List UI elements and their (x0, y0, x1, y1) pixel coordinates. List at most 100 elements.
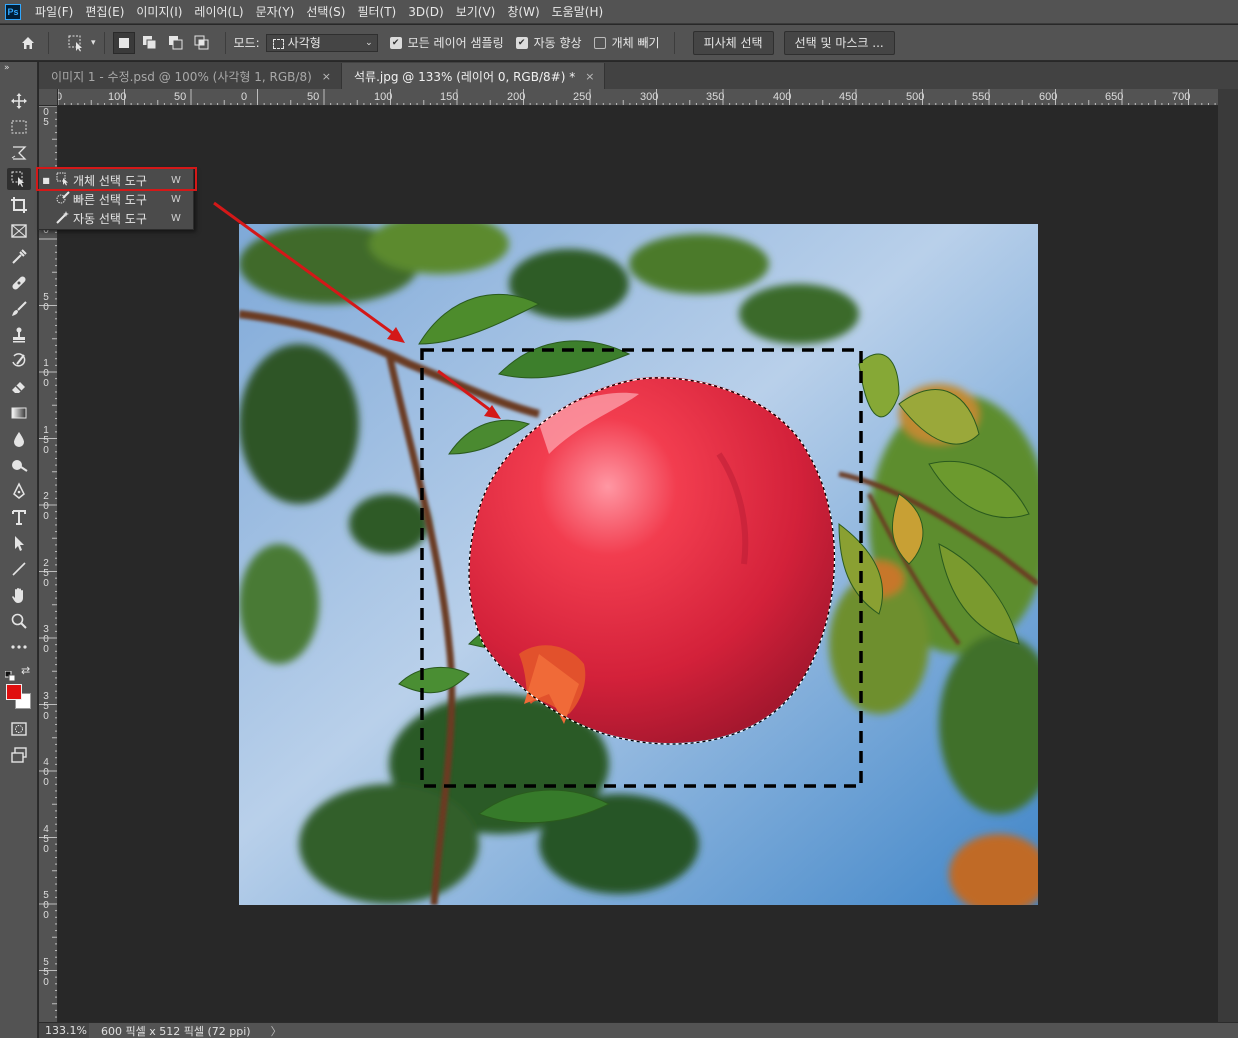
ruler-tick-label: 50 (43, 292, 49, 313)
ruler-tick-label: 100 (108, 91, 127, 103)
ruler-tick-label: 350 (43, 691, 49, 722)
menu-select[interactable]: 선택(S) (300, 0, 351, 24)
frame-tool-icon[interactable] (7, 220, 31, 242)
default-colors-icon[interactable] (4, 666, 16, 682)
ruler-tick-label: 300 (640, 91, 659, 103)
home-icon[interactable] (16, 31, 40, 55)
separator (673, 31, 675, 54)
lasso-tool-icon[interactable] (7, 142, 31, 164)
intersect-selection-button[interactable] (191, 32, 213, 54)
tool-preset-picker[interactable]: ▾ (67, 34, 96, 52)
ruler-tick-label: 500 (43, 890, 49, 921)
ruler-tick-label: 450 (839, 91, 858, 103)
pen-tool-icon[interactable] (7, 480, 31, 502)
type-tool-icon[interactable] (7, 506, 31, 528)
separator (103, 31, 105, 54)
menu-3d[interactable]: 3D(D) (402, 0, 449, 24)
history-brush-tool-icon[interactable] (7, 350, 31, 372)
ruler-tick-label: 100 (374, 91, 393, 103)
ruler-tick-label: 300 (43, 624, 49, 655)
ruler-tick-label: 200 (507, 91, 526, 103)
sample-all-layers-checkbox[interactable]: ✔ (389, 36, 402, 49)
menu-view[interactable]: 보기(V) (450, 0, 502, 24)
ruler-tick-label: 450 (43, 824, 49, 855)
options-bar: ▾ 모드: 사각형 ⌄ ✔ 모든 레이어 샘플링 ✔ 자동 향상 개체 빼기 피… (0, 25, 1238, 61)
sample-all-layers-label: 모든 레이어 샘플링 (407, 36, 504, 50)
blur-tool-icon[interactable] (7, 428, 31, 450)
zoom-level[interactable]: 133.1% (39, 1023, 89, 1038)
menu-type[interactable]: 문자(Y) (250, 0, 301, 24)
ruler-origin[interactable] (39, 89, 58, 106)
dodge-tool-icon[interactable] (7, 454, 31, 476)
add-to-selection-button[interactable] (139, 32, 161, 54)
quick-mask-icon[interactable] (7, 718, 31, 740)
eyedropper-tool-icon[interactable] (7, 246, 31, 268)
photoshop-logo-icon: Ps (5, 3, 21, 20)
vertical-scrollbar[interactable] (1218, 89, 1238, 1022)
close-icon[interactable]: × (322, 70, 331, 83)
separator (48, 31, 49, 54)
menu-filter[interactable]: 필터(T) (351, 0, 402, 24)
foreground-color-swatch[interactable] (6, 684, 22, 700)
eraser-tool-icon[interactable] (7, 376, 31, 398)
auto-enhance-checkbox[interactable]: ✔ (515, 36, 528, 49)
chevron-right-icon[interactable]: 〉 (271, 1023, 282, 1038)
menu-item-magic-wand-tool[interactable]: 자동 선택 도구 W (39, 209, 193, 228)
ruler-tick-label: 550 (43, 957, 49, 988)
magic-wand-icon (53, 210, 73, 227)
path-selection-tool-icon[interactable] (7, 532, 31, 554)
ruler-tick-label: 150 (43, 425, 49, 456)
ruler-tick-label: 0 (58, 91, 62, 103)
ruler-tick-label: 400 (773, 91, 792, 103)
menu-edit[interactable]: 편집(E) (79, 0, 130, 24)
menu-item-quick-selection-tool[interactable]: 빠른 선택 도구 W (39, 190, 193, 209)
vertical-ruler[interactable]: 0 5 0 50 100 150 200 250 300 350 400 450… (39, 106, 58, 1022)
line-tool-icon[interactable] (7, 558, 31, 580)
ruler-tick-label: 150 (440, 91, 459, 103)
horizontal-ruler[interactable]: 0 100 50 0 50 100 150 200 250 300 350 40… (58, 89, 1218, 106)
menu-file[interactable]: 파일(F) (29, 0, 79, 24)
pomegranate-photo[interactable] (239, 224, 1038, 905)
zoom-tool-icon[interactable] (7, 610, 31, 632)
mode-dropdown[interactable]: 사각형 ⌄ (265, 33, 378, 52)
tab-document-1[interactable]: 이미지 1 - 수정.psd @ 100% (사각형 1, RGB/8) × (39, 63, 342, 89)
gradient-tool-icon[interactable] (7, 402, 31, 424)
collapse-panel-icon[interactable]: » (0, 62, 37, 74)
more-tools-icon[interactable] (7, 636, 31, 658)
ruler-tick-label: 0 (241, 91, 248, 103)
crop-tool-icon[interactable] (7, 194, 31, 216)
quick-select-icon (53, 191, 73, 208)
close-icon[interactable]: × (585, 70, 594, 83)
ruler-tick-label: 400 (43, 757, 49, 788)
swap-colors-icon[interactable]: ⇄ (21, 664, 30, 677)
marquee-tool-icon[interactable] (7, 116, 31, 138)
menu-window[interactable]: 창(W) (501, 0, 545, 24)
new-selection-button[interactable] (112, 31, 135, 54)
ruler-tick-label: 700 (1172, 91, 1191, 103)
menu-image[interactable]: 이미지(I) (130, 0, 188, 24)
screen-mode-icon[interactable] (7, 744, 31, 766)
ruler-tick-label: 600 (1039, 91, 1058, 103)
healing-brush-tool-icon[interactable] (7, 272, 31, 294)
brush-tool-icon[interactable] (7, 298, 31, 320)
shortcut-key: W (171, 194, 181, 205)
auto-enhance-label: 자동 향상 (533, 36, 582, 50)
menu-item-label: 자동 선택 도구 (73, 212, 147, 226)
hand-tool-icon[interactable] (7, 584, 31, 606)
object-subtract-checkbox[interactable] (593, 36, 606, 49)
subtract-from-selection-button[interactable] (165, 32, 187, 54)
canvas-area[interactable] (58, 106, 1218, 1022)
ruler-tick-label: 5 (43, 117, 49, 128)
ruler-tick-label: 550 (972, 91, 991, 103)
select-subject-button[interactable]: 피사체 선택 (692, 30, 774, 55)
object-select-tool-icon[interactable] (7, 168, 31, 190)
tools-panel: » ⇄ (0, 62, 38, 1038)
move-tool-icon[interactable] (7, 90, 31, 112)
select-and-mask-button[interactable]: 선택 및 마스크 ... (783, 30, 895, 55)
menu-bar: Ps 파일(F) 편집(E) 이미지(I) 레이어(L) 문자(Y) 선택(S)… (0, 0, 1238, 24)
menu-help[interactable]: 도움말(H) (546, 0, 610, 24)
ruler-tick-label: 250 (573, 91, 592, 103)
tab-document-2[interactable]: 석류.jpg @ 133% (레이어 0, RGB/8#) * × (342, 63, 606, 89)
clone-stamp-tool-icon[interactable] (7, 324, 31, 346)
menu-layer[interactable]: 레이어(L) (188, 0, 249, 24)
